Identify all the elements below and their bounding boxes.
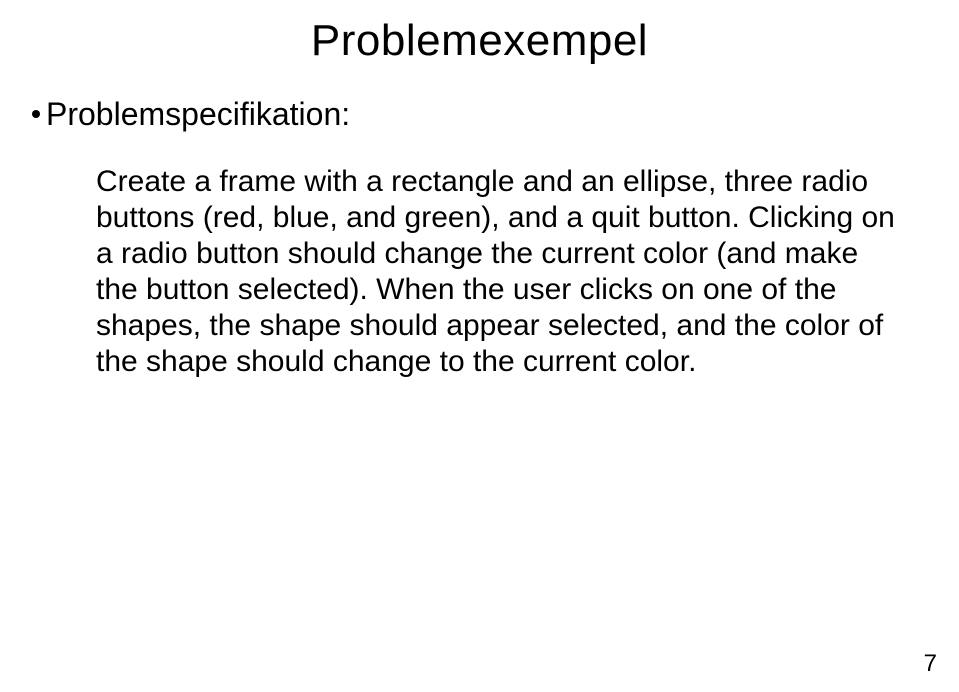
page-number: 7	[924, 650, 937, 678]
bullet-icon	[32, 110, 40, 118]
bullet-problemspecification: Problemspecifikation:	[32, 96, 350, 133]
specification-body: Create a frame with a rectangle and an e…	[96, 164, 899, 380]
slide: Problemexempel Problemspecifikation: Cre…	[0, 0, 959, 692]
bullet-label: Problemspecifikation:	[46, 96, 350, 132]
slide-title: Problemexempel	[0, 16, 959, 66]
